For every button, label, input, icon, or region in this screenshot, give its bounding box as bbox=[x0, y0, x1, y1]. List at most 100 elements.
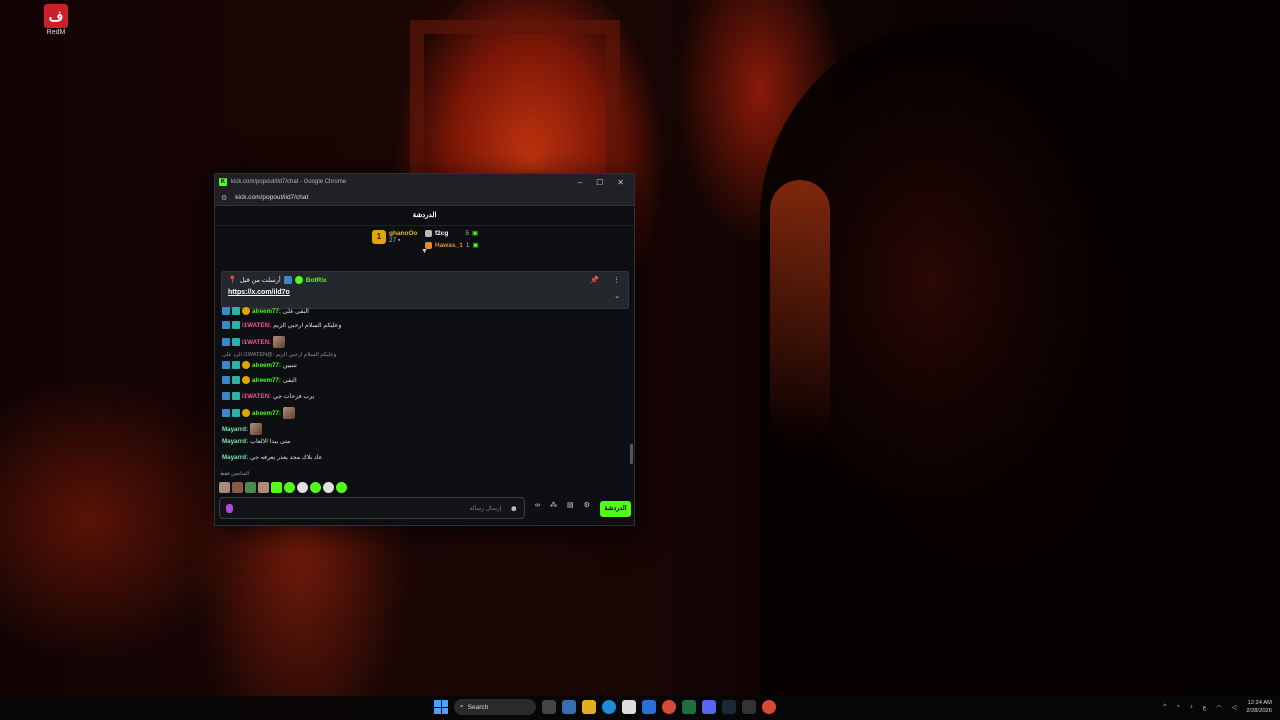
leader-second[interactable]: f2cg 5 ▣ bbox=[425, 229, 478, 237]
chrome-icon[interactable] bbox=[662, 700, 676, 714]
sub-badge-icon bbox=[222, 307, 230, 315]
volume-icon[interactable]: ◁ bbox=[1232, 704, 1237, 711]
leader-first[interactable]: 1 ghanoOo 27 ▪ bbox=[372, 230, 418, 244]
leader-third[interactable]: Hawas_1 1 ▣ bbox=[425, 241, 479, 249]
og-badge-icon bbox=[232, 361, 240, 369]
network-icon[interactable]: ◔ bbox=[1176, 704, 1180, 710]
chat-tools: ∞ ⁂ ▤ ⚙ bbox=[535, 501, 590, 510]
chat-message[interactable]: i1WATEN: يرب فرحات جي bbox=[222, 392, 314, 400]
gifter-badge-icon bbox=[242, 409, 250, 417]
pinned-link[interactable]: https://x.com/ild7o bbox=[228, 289, 622, 296]
chat-message[interactable]: alreem77: البقى bbox=[222, 376, 297, 384]
mic-tray-icon[interactable]: ♪ bbox=[1190, 704, 1193, 710]
chat-message[interactable]: i1WATEN: bbox=[222, 336, 286, 348]
kick-emote-icon[interactable] bbox=[284, 482, 295, 493]
discord-icon[interactable] bbox=[702, 700, 716, 714]
emote-icon[interactable] bbox=[258, 482, 269, 493]
edge-icon[interactable] bbox=[602, 700, 616, 714]
chat-message[interactable]: i1WATEN: وعليكم السلام ارحبي الزيم bbox=[222, 321, 341, 329]
username[interactable]: i1WATEN: bbox=[242, 393, 271, 400]
taskbar-search[interactable]: ⌕ Search bbox=[454, 699, 536, 715]
maximize-button[interactable]: ☐ bbox=[596, 178, 603, 187]
og-badge-icon bbox=[232, 376, 240, 384]
chevron-down-icon[interactable]: ▼ bbox=[421, 248, 428, 255]
emote-icon[interactable] bbox=[219, 482, 230, 493]
leader-count: 5 bbox=[465, 229, 469, 237]
url-text[interactable]: kick.com/popout/ild7/chat bbox=[235, 194, 308, 201]
pinned-message[interactable]: 📍 أرسلت من قبل BotRix https://x.com/ild7… bbox=[221, 271, 629, 309]
username[interactable]: alreem77: bbox=[252, 362, 281, 369]
kick-emote-icon[interactable] bbox=[310, 482, 321, 493]
emoji-picker-icon[interactable]: ☻ bbox=[510, 504, 518, 513]
chat-message[interactable]: Mayarrd: متى يبدا الالعاب bbox=[222, 438, 290, 445]
start-button-icon[interactable] bbox=[434, 700, 448, 714]
more-options-icon[interactable]: ⋮ bbox=[613, 276, 620, 284]
username[interactable]: Mayarrd: bbox=[222, 454, 248, 461]
chrome-profile-icon[interactable] bbox=[762, 700, 776, 714]
chat-message[interactable]: Mayarrd: bbox=[222, 423, 263, 435]
chrome-popup-window: K kick.com/popout/ild7/chat - Google Chr… bbox=[214, 173, 635, 526]
username[interactable]: alreem77: bbox=[252, 377, 281, 384]
share-icon[interactable]: ⁂ bbox=[550, 501, 557, 509]
microphone-icon[interactable] bbox=[226, 503, 233, 513]
unpin-icon[interactable]: 📌 bbox=[590, 276, 599, 284]
chat-scrollbar[interactable] bbox=[630, 444, 633, 464]
message-text: وعليكم السلام ارحبي الزيم bbox=[273, 321, 342, 329]
emote-icon[interactable] bbox=[245, 482, 256, 493]
username[interactable]: alreem77: bbox=[252, 308, 281, 315]
infinity-icon[interactable]: ∞ bbox=[535, 502, 540, 509]
emote-icon[interactable] bbox=[232, 482, 243, 493]
username[interactable]: i1WATEN: bbox=[242, 339, 271, 346]
sub-badge-icon bbox=[222, 392, 230, 400]
reply-indicator[interactable]: الرد على i1WATEN@: وعليكم السلام ارحبي ا… bbox=[222, 352, 336, 358]
mail-icon[interactable] bbox=[642, 700, 656, 714]
desktop-icon-redm[interactable]: ف RedM bbox=[40, 4, 72, 36]
chat-message[interactable]: alreem77: تنبيين bbox=[222, 361, 297, 369]
rank-badge: 1 bbox=[372, 230, 386, 244]
clock[interactable]: 12:24 AM 2/28/2026 bbox=[1246, 699, 1272, 715]
settings-gear-icon[interactable]: ⚙ bbox=[584, 501, 590, 509]
epic-games-icon[interactable] bbox=[742, 700, 756, 714]
pinned-sender[interactable]: BotRix bbox=[306, 277, 327, 284]
username[interactable]: i1WATEN: bbox=[242, 322, 271, 329]
address-bar[interactable]: ⚙ kick.com/popout/ild7/chat bbox=[215, 190, 634, 206]
og-badge-icon bbox=[232, 307, 240, 315]
message-input[interactable]: إرسال رسالة ☻ bbox=[219, 497, 525, 519]
username[interactable]: Mayarrd: bbox=[222, 438, 248, 445]
file-explorer-icon[interactable] bbox=[582, 700, 596, 714]
tray-chevron-icon[interactable]: ^ bbox=[1163, 704, 1166, 710]
leader-name: ghanoOo bbox=[389, 230, 418, 237]
copilot-icon[interactable] bbox=[562, 700, 576, 714]
minimize-button[interactable]: – bbox=[578, 178, 582, 187]
site-settings-icon[interactable]: ⚙ bbox=[221, 194, 227, 202]
username[interactable]: alreem77: bbox=[252, 410, 281, 417]
steam-icon[interactable] bbox=[722, 700, 736, 714]
calendar-icon[interactable]: ▤ bbox=[567, 501, 574, 509]
language-indicator[interactable]: ع bbox=[1203, 704, 1207, 711]
kick-emote-icon[interactable] bbox=[297, 482, 308, 493]
recent-emotes-bar[interactable] bbox=[219, 482, 347, 493]
og-badge-icon bbox=[232, 409, 240, 417]
window-titlebar[interactable]: K kick.com/popout/ild7/chat - Google Chr… bbox=[215, 174, 634, 190]
leader-count: 27 bbox=[389, 237, 397, 244]
gifter-badge-icon bbox=[242, 361, 250, 369]
send-chat-button[interactable]: الدردشة bbox=[600, 501, 631, 517]
excel-icon[interactable] bbox=[682, 700, 696, 714]
store-icon[interactable] bbox=[622, 700, 636, 714]
gifter-badge-icon bbox=[242, 307, 250, 315]
kick-emote-icon[interactable] bbox=[336, 482, 347, 493]
kick-emote-icon[interactable] bbox=[271, 482, 282, 493]
reply-text: الرد على i1WATEN@: وعليكم السلام ارحبي ا… bbox=[222, 352, 337, 358]
task-view-icon[interactable] bbox=[542, 700, 556, 714]
chat-message[interactable]: alreem77: bbox=[222, 407, 295, 419]
kick-emote-icon[interactable] bbox=[323, 482, 334, 493]
chat-message[interactable]: Mayarrd: عاد بلاك محد يعذر يعرفه جي bbox=[222, 454, 322, 461]
og-badge-icon bbox=[232, 321, 240, 329]
wifi-icon[interactable]: ◠ bbox=[1216, 704, 1221, 711]
message-text: البقى bbox=[282, 376, 297, 384]
gift-icon: ▣ bbox=[472, 242, 479, 249]
expand-chevron-icon[interactable]: ⌄ bbox=[614, 292, 620, 300]
close-button[interactable]: ✕ bbox=[617, 178, 624, 187]
chat-message[interactable]: alreem77: البقى غلى bbox=[222, 307, 309, 315]
username[interactable]: Mayarrd: bbox=[222, 426, 248, 433]
